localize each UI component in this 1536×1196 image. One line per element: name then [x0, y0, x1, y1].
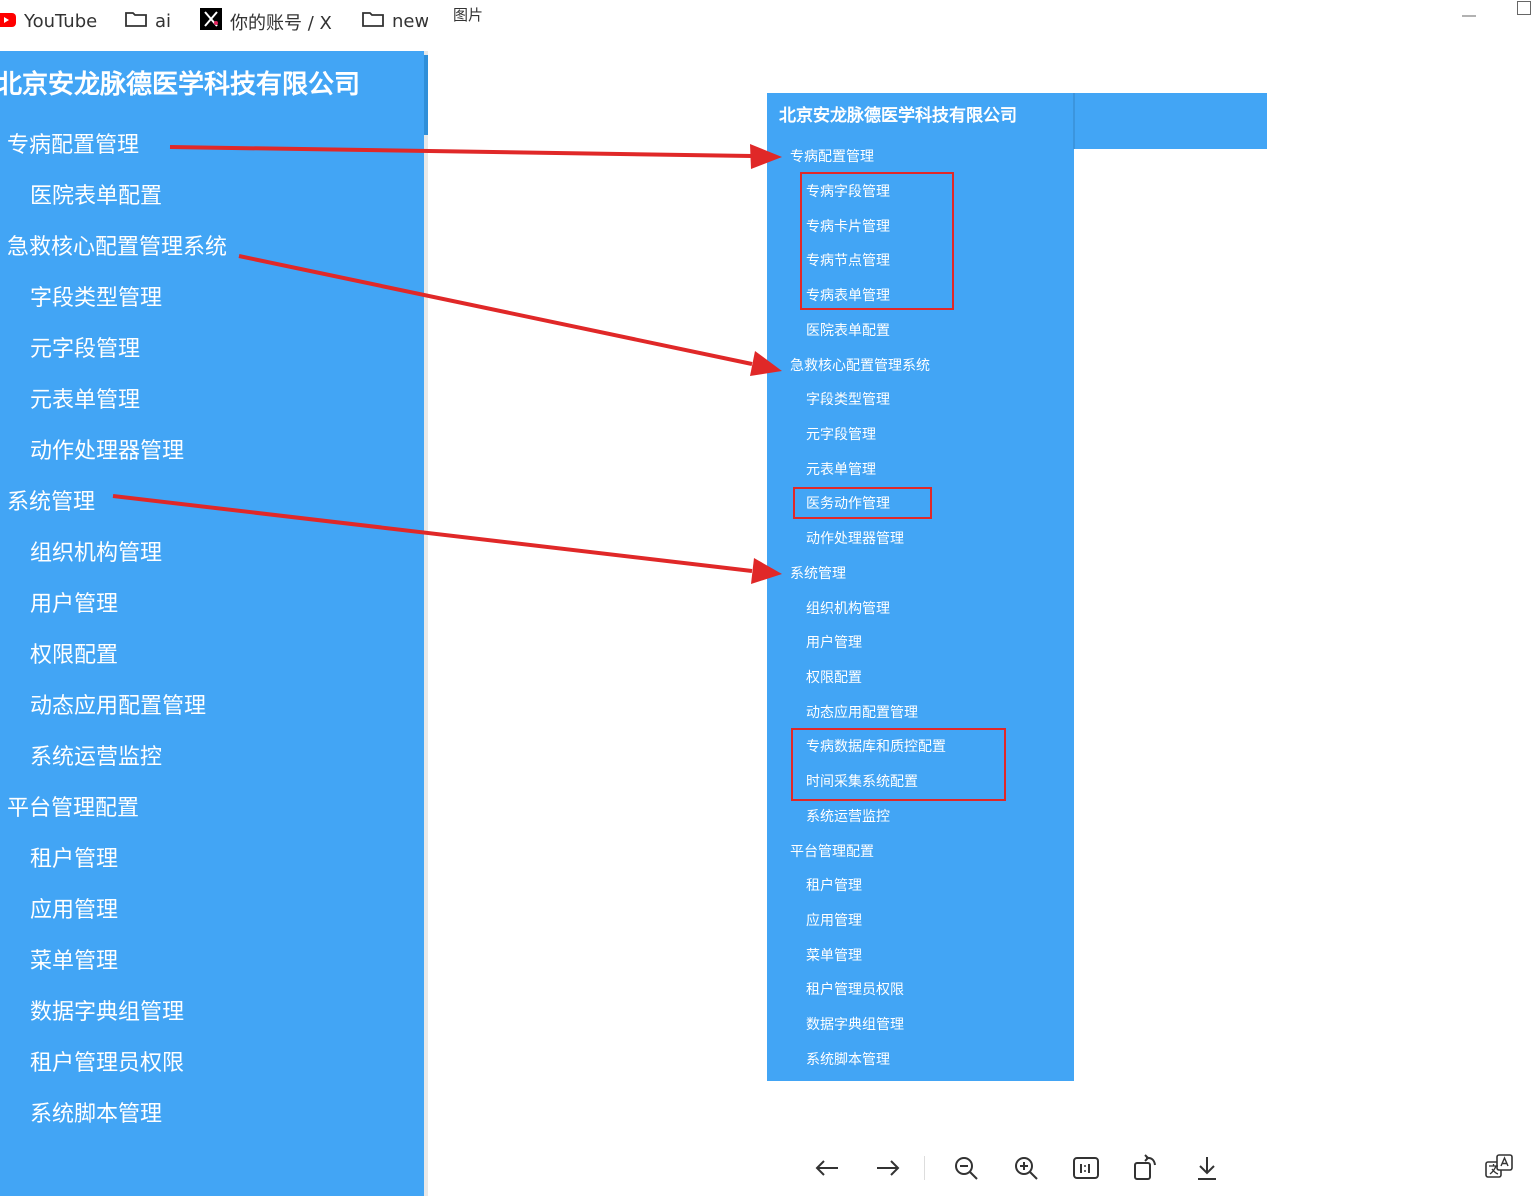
sidebar-item-meta-field[interactable]: 元字段管理 [30, 330, 140, 370]
folder-icon [362, 11, 384, 32]
highlight-box [793, 487, 932, 519]
image-menu-item: 租户管理员权限 [806, 982, 904, 998]
sidebar-item-tenant-admin-permissions[interactable]: 租户管理员权限 [30, 1044, 184, 1084]
image-menu-item: 用户管理 [806, 635, 862, 651]
translate-icon[interactable] [1484, 1152, 1516, 1184]
image-menu-item: 动作处理器管理 [806, 531, 904, 547]
sidebar-item-meta-form[interactable]: 元表单管理 [30, 381, 140, 421]
image-menu-item: 医院表单配置 [806, 323, 890, 339]
sidebar-item-dynamic-app-config[interactable]: 动态应用配置管理 [30, 687, 206, 727]
zoom-in-icon[interactable] [1010, 1152, 1042, 1184]
image-menu-item: 权限配置 [806, 670, 862, 686]
sidebar-item-applications[interactable]: 应用管理 [30, 891, 118, 931]
sidebar-title: 北京安龙脉德医学科技有限公司 [0, 70, 361, 100]
highlight-box [791, 728, 1006, 801]
image-menu-item: 系统管理 [790, 566, 846, 582]
bookmark-youtube[interactable]: YouTube [0, 0, 97, 43]
sidebar-item-action-processor[interactable]: 动作处理器管理 [30, 432, 184, 472]
folder-icon [125, 11, 147, 32]
minimize-icon[interactable] [1462, 2, 1476, 17]
x-logo-icon [200, 8, 222, 35]
bookmark-folder-ai[interactable]: ai [125, 0, 171, 43]
browser-pane: YouTube ai 你的账号 / X new 北京安龙脉德医学科技有限公司 专… [0, 0, 428, 1196]
sidebar-item-menus[interactable]: 菜单管理 [30, 942, 118, 982]
bookmarks-bar: YouTube ai 你的账号 / X new [0, 0, 428, 43]
sidebar-item-tenants[interactable]: 租户管理 [30, 840, 118, 880]
download-icon[interactable] [1191, 1152, 1223, 1184]
image-menu-item: 组织机构管理 [806, 601, 890, 617]
image-sidebar-title: 北京安龙脉德医学科技有限公司 [779, 106, 1017, 126]
image-menu-item: 字段类型管理 [806, 392, 890, 408]
sidebar-item-system-scripts[interactable]: 系统脚本管理 [30, 1095, 162, 1135]
arrow-left-icon[interactable] [811, 1152, 843, 1184]
viewer-title: 图片 [453, 6, 484, 24]
sidebar-item-system-management[interactable]: 系统管理 [7, 483, 95, 523]
image-menu-item: 平台管理配置 [790, 844, 874, 860]
image-viewer: 图片 北京安龙脉德医学科技有限公司 专病配置管理 专病字段管理 专病卡片管理 专… [428, 0, 1536, 1196]
sidebar-item-organization[interactable]: 组织机构管理 [30, 534, 162, 574]
sidebar-item-emergency-core-config[interactable]: 急救核心配置管理系统 [7, 228, 227, 268]
image-menu-item: 元表单管理 [806, 462, 876, 478]
toolbar-divider [924, 1156, 925, 1180]
image-header-divider [1073, 93, 1075, 149]
sidebar-item-zhuanbing-config[interactable]: 专病配置管理 [7, 126, 139, 166]
image-menu-item: 系统运营监控 [806, 809, 890, 825]
image-header-bar [1074, 93, 1267, 149]
image-menu-item: 急救核心配置管理系统 [790, 358, 930, 374]
bookmark-label: ai [155, 11, 172, 32]
bookmark-folder-new[interactable]: new [362, 0, 428, 43]
sidebar-item-users[interactable]: 用户管理 [30, 585, 118, 625]
image-menu-item: 元字段管理 [806, 427, 876, 443]
sidebar-item-hospital-form-config[interactable]: 医院表单配置 [30, 177, 162, 217]
highlight-box [800, 172, 954, 310]
sidebar-item-platform-config[interactable]: 平台管理配置 [7, 789, 139, 829]
maximize-icon[interactable] [1517, 0, 1531, 15]
youtube-icon [0, 11, 16, 32]
zoom-out-icon[interactable] [950, 1152, 982, 1184]
rotate-icon[interactable] [1130, 1152, 1162, 1184]
sidebar-item-permissions[interactable]: 权限配置 [30, 636, 118, 676]
bookmark-label: YouTube [24, 11, 98, 32]
sidebar-item-ops-monitor[interactable]: 系统运营监控 [30, 738, 162, 778]
image-menu-item: 系统脚本管理 [806, 1052, 890, 1068]
bookmark-label: new [392, 11, 428, 32]
sidebar-item-dictionary-groups[interactable]: 数据字典组管理 [30, 993, 184, 1033]
image-menu-item: 应用管理 [806, 913, 862, 929]
image-menu-item: 租户管理 [806, 878, 862, 894]
bookmark-label: 你的账号 / X [230, 12, 332, 34]
bookmark-x-account[interactable]: 你的账号 / X [200, 0, 332, 43]
arrow-right-icon[interactable] [872, 1152, 904, 1184]
image-menu-item: 专病配置管理 [790, 149, 874, 165]
sidebar-item-field-type[interactable]: 字段类型管理 [30, 279, 162, 319]
image-menu-item: 菜单管理 [806, 948, 862, 964]
actual-size-icon[interactable] [1070, 1152, 1102, 1184]
image-menu-item: 动态应用配置管理 [806, 705, 918, 721]
image-menu-item: 数据字典组管理 [806, 1017, 904, 1033]
